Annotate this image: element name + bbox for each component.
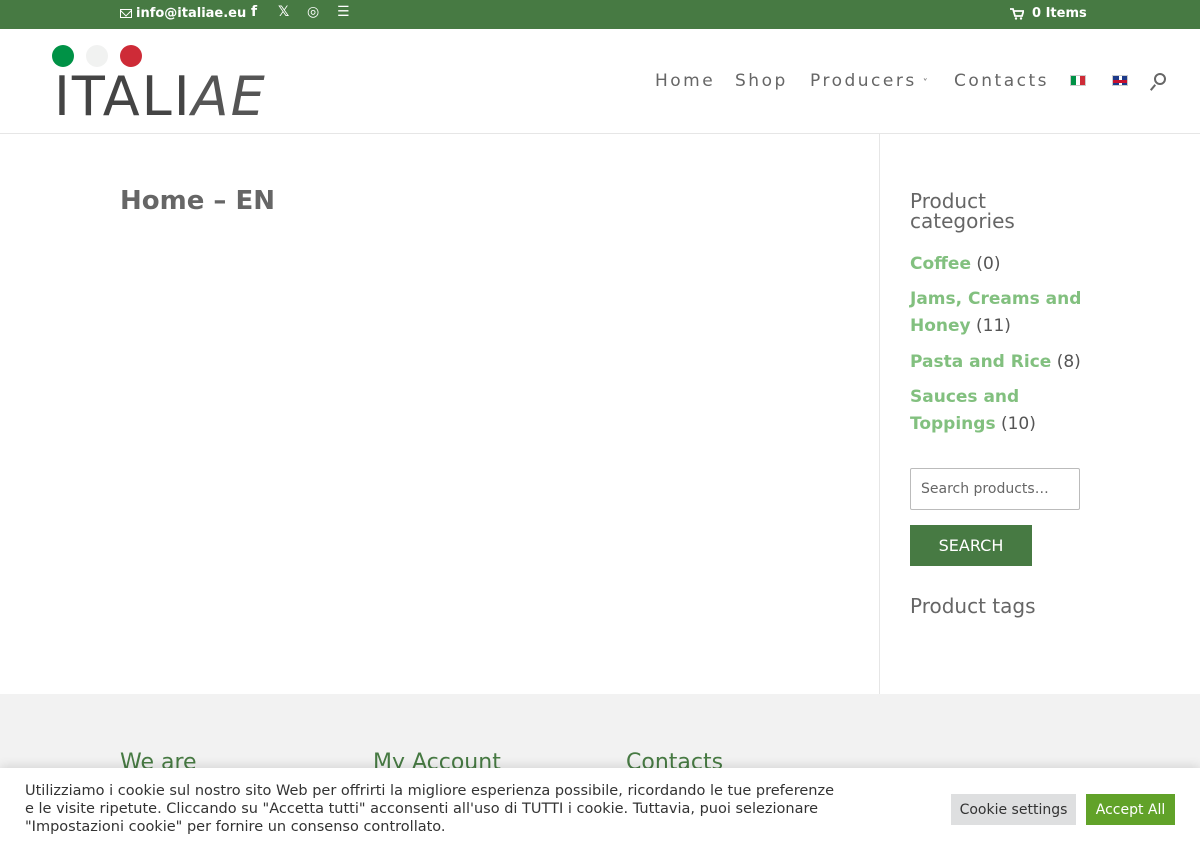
site-logo[interactable]: ITALIAE [52, 45, 272, 125]
email-text: info@italiae.eu [136, 6, 247, 21]
product-tags-title: Product tags [910, 594, 1036, 618]
cart-icon [1010, 7, 1024, 20]
instagram-icon[interactable]: ◎ [307, 4, 319, 20]
category-item: Coffee (0) [910, 254, 1001, 274]
category-item: Sauces and Toppings (10) [910, 387, 1036, 434]
category-link[interactable]: Coffee [910, 254, 971, 274]
page-title: Home – EN [120, 186, 275, 216]
nav-home[interactable]: Home [655, 71, 715, 91]
search-icon[interactable] [1149, 73, 1169, 93]
top-bar: info@italiae.eu f 𝕏 ◎ ☰ 0 Items [0, 0, 1200, 29]
envelope-icon [120, 9, 132, 18]
category-link[interactable]: Pasta and Rice [910, 352, 1051, 372]
cookie-settings-button[interactable]: Cookie settings [951, 794, 1076, 825]
accept-all-button[interactable]: Accept All [1086, 794, 1175, 825]
english-flag-icon[interactable] [1112, 75, 1128, 86]
search-button[interactable]: SEARCH [910, 525, 1032, 566]
logo-wordmark: ITALIAE [54, 65, 267, 128]
facebook-icon[interactable]: f [251, 4, 257, 20]
sidebar-divider [879, 134, 880, 694]
logo-red-dot [120, 45, 142, 67]
site-header: ITALIAE Home Shop Producers ˅ Contacts [0, 29, 1200, 134]
nav-producers[interactable]: Producers ˅ [810, 71, 928, 91]
main-content: Home – EN Product categories Coffee (0) … [0, 134, 1200, 694]
product-categories-title: Product categories [910, 189, 1015, 233]
cart-link[interactable]: 0 Items [1010, 6, 1087, 21]
rss-icon[interactable]: ☰ [337, 4, 350, 20]
product-search-input[interactable] [910, 468, 1080, 510]
x-twitter-icon[interactable]: 𝕏 [278, 4, 289, 20]
chevron-down-icon: ˅ [922, 78, 928, 89]
cart-count: 0 Items [1032, 6, 1087, 21]
category-item: Pasta and Rice (8) [910, 352, 1081, 372]
logo-white-dot [86, 45, 108, 67]
nav-contacts[interactable]: Contacts [954, 71, 1049, 91]
cookie-notice-text: Utilizziamo i cookie sul nostro sito Web… [25, 783, 834, 835]
cookie-banner: Utilizziamo i cookie sul nostro sito Web… [0, 768, 1200, 850]
category-item: Jams, Creams and Honey (11) [910, 289, 1082, 336]
nav-shop[interactable]: Shop [735, 71, 788, 91]
email-link[interactable]: info@italiae.eu [120, 6, 246, 21]
logo-green-dot [52, 45, 74, 67]
italian-flag-icon[interactable] [1070, 75, 1086, 86]
